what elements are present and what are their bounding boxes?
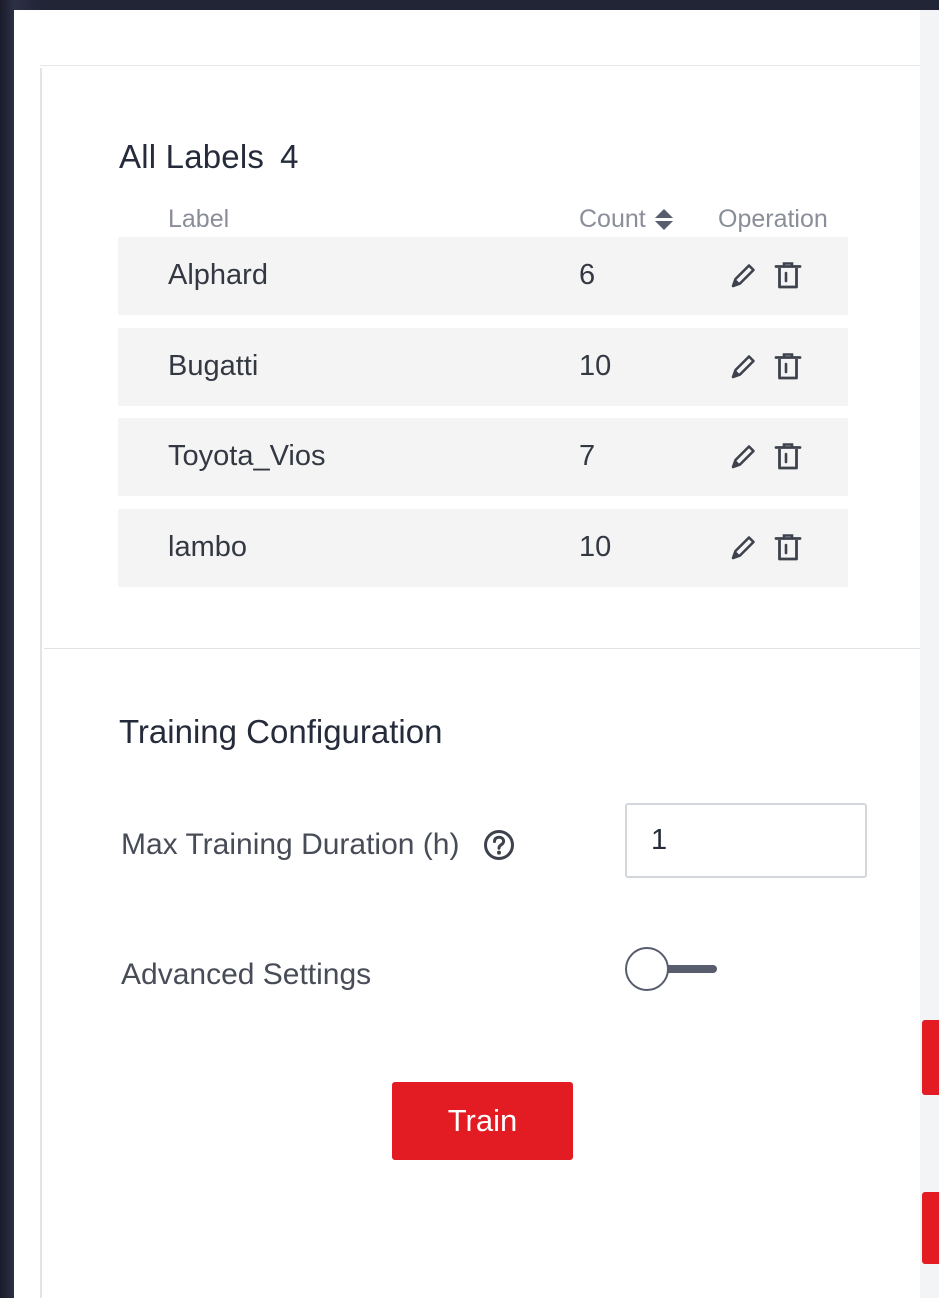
table-row: Toyota_Vios 7 bbox=[118, 418, 848, 496]
panel-left-border bbox=[40, 68, 42, 1298]
row-label-count: 6 bbox=[579, 259, 596, 291]
column-header-label: Label bbox=[168, 205, 230, 233]
adjacent-panel-edge bbox=[920, 10, 939, 1298]
sort-caret-icon[interactable] bbox=[654, 209, 673, 230]
row-operations bbox=[728, 350, 804, 382]
max-duration-field-label: Max Training Duration (h) bbox=[121, 828, 515, 862]
advanced-settings-toggle[interactable] bbox=[625, 947, 719, 993]
row-label-name: Toyota_Vios bbox=[168, 440, 326, 472]
advanced-settings-label: Advanced Settings bbox=[121, 958, 372, 991]
top-divider bbox=[40, 65, 920, 66]
max-duration-label-text: Max Training Duration (h) bbox=[121, 828, 460, 861]
max-duration-input[interactable] bbox=[625, 803, 867, 878]
row-label-count: 10 bbox=[579, 349, 612, 382]
table-row: Bugatti 10 bbox=[118, 327, 848, 406]
row-label-name: Alphard bbox=[168, 259, 268, 291]
adjacent-red-button[interactable] bbox=[922, 1020, 939, 1095]
section-divider bbox=[44, 648, 920, 649]
row-operations bbox=[728, 440, 804, 472]
row-label-count: 10 bbox=[579, 530, 612, 563]
toggle-knob[interactable] bbox=[625, 947, 669, 991]
trash-icon[interactable] bbox=[772, 350, 804, 382]
pencil-icon[interactable] bbox=[728, 259, 760, 291]
sort-ascending-icon[interactable] bbox=[654, 209, 673, 218]
training-config-heading: Training Configuration bbox=[119, 713, 443, 750]
trash-icon[interactable] bbox=[772, 531, 804, 563]
table-row: Alphard 6 bbox=[118, 237, 848, 315]
row-label-count: 7 bbox=[579, 440, 596, 472]
question-circle-icon[interactable] bbox=[483, 829, 515, 861]
trash-icon[interactable] bbox=[772, 259, 804, 291]
row-operations bbox=[728, 259, 804, 291]
row-label-name: lambo bbox=[168, 530, 247, 563]
sort-descending-icon[interactable] bbox=[654, 221, 673, 230]
adjacent-red-button[interactable] bbox=[922, 1192, 939, 1264]
table-row: lambo 10 bbox=[118, 508, 848, 587]
trash-icon[interactable] bbox=[772, 440, 804, 472]
all-labels-heading: All Labels 4 bbox=[119, 138, 299, 176]
toggle-track bbox=[665, 965, 717, 973]
row-operations bbox=[728, 531, 804, 563]
row-label-name: Bugatti bbox=[168, 349, 259, 382]
pencil-icon[interactable] bbox=[728, 531, 760, 563]
column-header-count[interactable]: Count bbox=[579, 205, 673, 234]
pencil-icon[interactable] bbox=[728, 350, 760, 382]
train-button[interactable]: Train bbox=[392, 1082, 573, 1160]
column-header-operation: Operation bbox=[718, 205, 828, 233]
pencil-icon[interactable] bbox=[728, 440, 760, 472]
column-header-count-text: Count bbox=[579, 205, 646, 233]
all-labels-title: All Labels bbox=[119, 138, 265, 175]
label-total-count: 4 bbox=[280, 138, 299, 175]
labels-panel: All Labels 4 Label Count Operation Alphar… bbox=[14, 10, 920, 1298]
